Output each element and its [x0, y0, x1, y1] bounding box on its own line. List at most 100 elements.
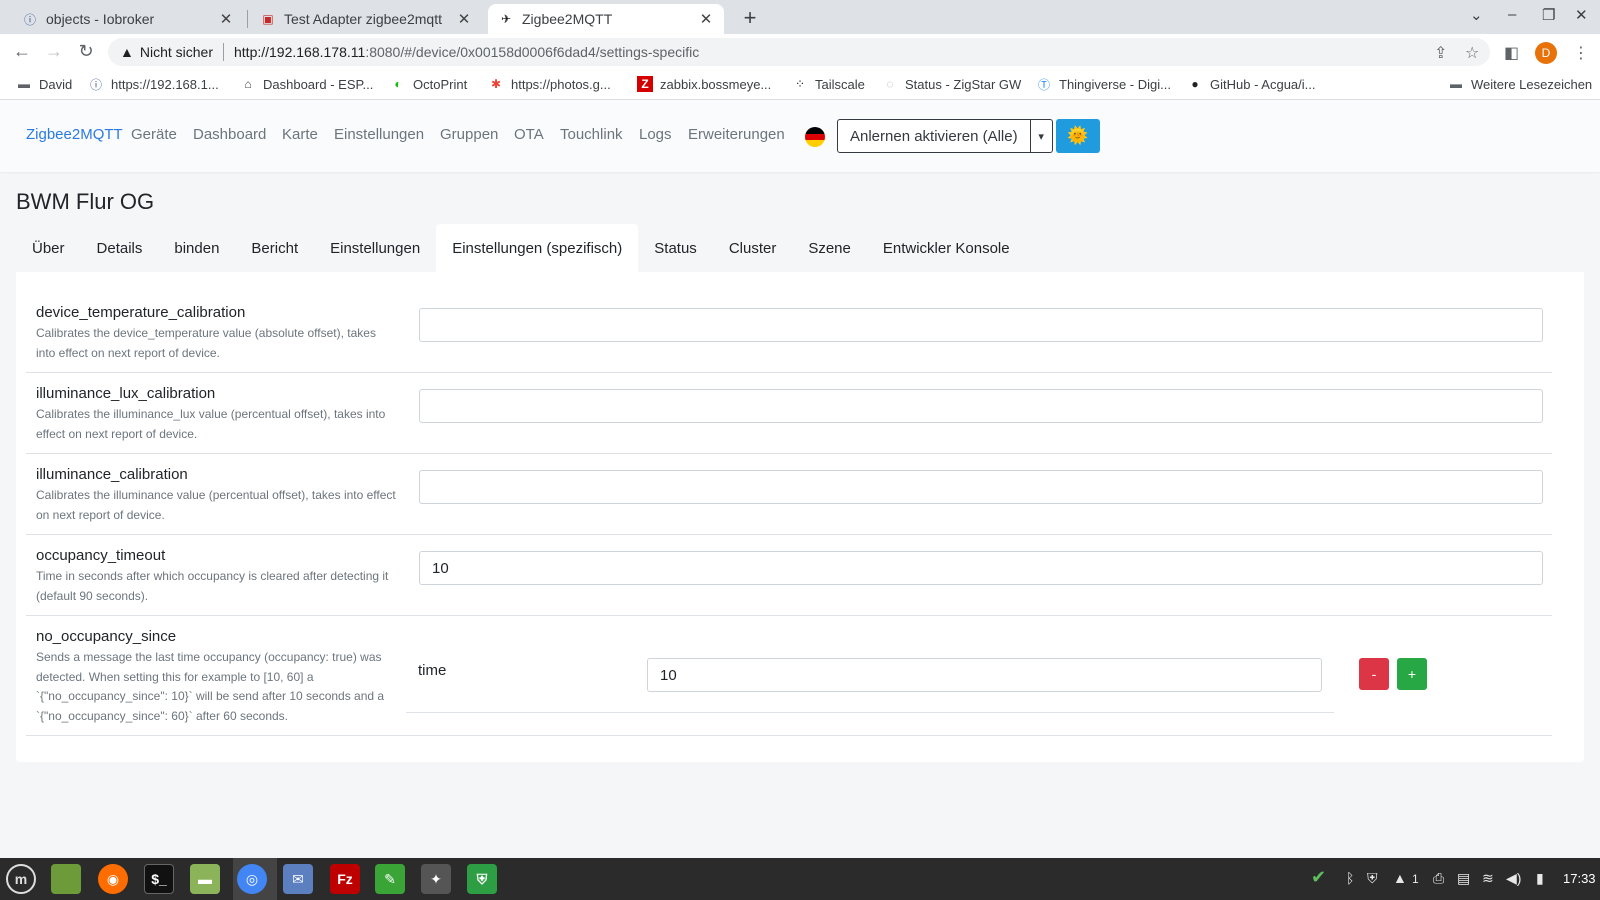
zabbix-icon: Z: [637, 76, 653, 92]
minimize-icon[interactable]: –: [1508, 6, 1516, 23]
permit-join-button[interactable]: Anlernen aktivieren (Alle): [837, 119, 1031, 153]
tab-title: objects - Iobroker: [46, 11, 155, 27]
tab-settings[interactable]: Einstellungen: [314, 224, 436, 272]
forward-icon[interactable]: →: [43, 41, 65, 62]
close-window-icon[interactable]: ✕: [1575, 6, 1588, 24]
setting-label: device_temperature_calibration Calibrate…: [36, 304, 396, 363]
theme-toggle-button[interactable]: 🌞: [1056, 119, 1100, 153]
update-check-icon[interactable]: ✔: [1311, 867, 1326, 888]
browser-tab-strip: ⓘ objects - Iobroker ✕ ▣ Test Adapter zi…: [0, 0, 1600, 34]
nav-link-touchlink[interactable]: Touchlink: [560, 126, 623, 143]
add-item-button[interactable]: +: [1397, 658, 1427, 690]
bookmark-item[interactable]: Zzabbix.bossmeye...: [637, 76, 771, 92]
nav-link-groups[interactable]: Gruppen: [440, 126, 498, 143]
security-label[interactable]: Nicht sicher: [140, 44, 213, 60]
notification-icon[interactable]: ▲: [1393, 870, 1407, 886]
files-icon[interactable]: ▬: [190, 864, 220, 894]
setting-label: no_occupancy_since Sends a message the l…: [36, 628, 396, 726]
nav-link-extensions[interactable]: Erweiterungen: [688, 126, 785, 143]
close-icon[interactable]: ✕: [456, 10, 472, 28]
new-tab-icon[interactable]: +: [738, 5, 762, 31]
setting-input-device-temperature-calibration[interactable]: [419, 308, 1543, 342]
setting-name: no_occupancy_since: [36, 628, 177, 645]
address-bar[interactable]: ▲ Nicht sicher http://192.168.178.11 :80…: [108, 38, 1490, 66]
close-icon[interactable]: ✕: [698, 10, 714, 28]
tab-state[interactable]: Status: [638, 224, 713, 272]
nav-link-ota[interactable]: OTA: [514, 126, 544, 143]
filezilla-icon[interactable]: Fz: [330, 864, 360, 894]
nav-link-map[interactable]: Karte: [282, 126, 318, 143]
esphome-icon: ⌂: [244, 77, 252, 91]
star-icon[interactable]: ☆: [1465, 43, 1479, 63]
warning-icon[interactable]: ▲: [120, 44, 134, 60]
battery-icon[interactable]: ▮: [1536, 870, 1544, 887]
bookmark-item[interactable]: ◌ Status - ZigStar GW: [882, 76, 1021, 92]
tab-about[interactable]: Über: [16, 224, 81, 272]
volume-icon[interactable]: ◀): [1506, 870, 1521, 887]
bookmark-item[interactable]: ✱ https://photos.g...: [488, 76, 611, 92]
bookmark-item[interactable]: ⌂ Dashboard - ESP...: [240, 76, 373, 92]
bookmark-item[interactable]: ⁘ Tailscale: [792, 76, 865, 92]
satellite-icon[interactable]: ✦: [421, 864, 451, 894]
bookmark-item[interactable]: ▬ Weitere Lesezeichen: [1448, 76, 1592, 92]
chrome-icon[interactable]: ◎: [237, 864, 267, 894]
language-flag-icon[interactable]: [805, 127, 825, 147]
restore-icon[interactable]: ❐: [1542, 6, 1555, 24]
tab-details[interactable]: Details: [81, 224, 159, 272]
browser-tab-iobroker[interactable]: ⓘ objects - Iobroker ✕: [12, 4, 244, 34]
setting-name: illuminance_calibration: [36, 466, 188, 483]
chevron-down-icon[interactable]: ⌄: [1470, 6, 1483, 24]
shield-icon[interactable]: ⛨: [467, 864, 497, 894]
setting-input-occupancy-timeout[interactable]: 10: [419, 551, 1543, 585]
back-icon[interactable]: ←: [11, 41, 33, 62]
tab-clusters[interactable]: Cluster: [713, 224, 793, 272]
octoprint-icon: ◐: [394, 77, 402, 91]
printer-icon[interactable]: ⎙: [1433, 870, 1444, 887]
brand-link[interactable]: Zigbee2MQTT: [26, 126, 123, 143]
show-desktop-icon[interactable]: [51, 864, 81, 894]
side-panel-icon[interactable]: ◧: [1504, 43, 1519, 63]
terminal-icon[interactable]: $_: [144, 864, 174, 894]
nav-link-logs[interactable]: Logs: [639, 126, 672, 143]
tab-settings-specific[interactable]: Einstellungen (spezifisch): [436, 224, 639, 272]
tab-title: Test Adapter zigbee2mqtt: [284, 11, 442, 27]
avatar[interactable]: D: [1535, 42, 1557, 64]
tab-reporting[interactable]: Bericht: [235, 224, 314, 272]
wifi-icon[interactable]: ≋: [1482, 870, 1494, 887]
clock[interactable]: 17:33: [1563, 871, 1596, 886]
setting-description: Calibrates the illuminance value (percen…: [36, 488, 396, 522]
tab-dev-console[interactable]: Entwickler Konsole: [867, 224, 1026, 272]
tab-scene[interactable]: Szene: [792, 224, 867, 272]
divider: [223, 43, 224, 61]
nav-link-dashboard[interactable]: Dashboard: [193, 126, 266, 143]
nav-link-settings[interactable]: Einstellungen: [334, 126, 424, 143]
shield-icon[interactable]: ⛨: [1367, 870, 1378, 887]
tab-bind[interactable]: binden: [158, 224, 235, 272]
remove-item-button[interactable]: -: [1359, 658, 1389, 690]
mail-icon[interactable]: ✉: [283, 864, 313, 894]
browser-tab-forum[interactable]: ▣ Test Adapter zigbee2mqtt ✕: [250, 4, 482, 34]
nav-link-devices[interactable]: Geräte: [131, 126, 177, 143]
device-tabs: Über Details binden Bericht Einstellunge…: [16, 224, 1026, 272]
bookmark-item[interactable]: Ⓣ Thingiverse - Digi...: [1036, 76, 1171, 92]
setting-input-illuminance-lux-calibration[interactable]: [419, 389, 1543, 423]
setting-row: occupancy_timeout Time in seconds after …: [26, 535, 1552, 616]
setting-input-illuminance-calibration[interactable]: [419, 470, 1543, 504]
kebab-menu-icon[interactable]: ⋮: [1573, 43, 1589, 63]
bookmark-item[interactable]: ⓘ https://192.168.1...: [88, 76, 219, 92]
clipboard-icon[interactable]: ▤: [1457, 870, 1470, 887]
reload-icon[interactable]: ↻: [75, 41, 97, 62]
firefox-icon[interactable]: ◉: [98, 864, 128, 894]
bluetooth-icon[interactable]: ᛒ: [1346, 870, 1354, 886]
keys-icon[interactable]: ✎: [375, 864, 405, 894]
bookmark-item[interactable]: ▬ David: [16, 76, 72, 92]
close-icon[interactable]: ✕: [218, 10, 234, 28]
share-icon[interactable]: ⇪: [1434, 43, 1447, 63]
bookmark-item[interactable]: ◐ OctoPrint: [390, 76, 467, 92]
chevron-down-icon[interactable]: ▾: [1030, 119, 1053, 153]
list-item-value-input[interactable]: 10: [647, 658, 1322, 692]
mint-menu-icon[interactable]: m: [6, 864, 36, 894]
page-title: BWM Flur OG: [16, 189, 155, 214]
browser-tab-zigbee2mqtt[interactable]: ✈ Zigbee2MQTT ✕: [488, 4, 724, 34]
bookmark-item[interactable]: ● GitHub - Acgua/i...: [1187, 76, 1315, 92]
